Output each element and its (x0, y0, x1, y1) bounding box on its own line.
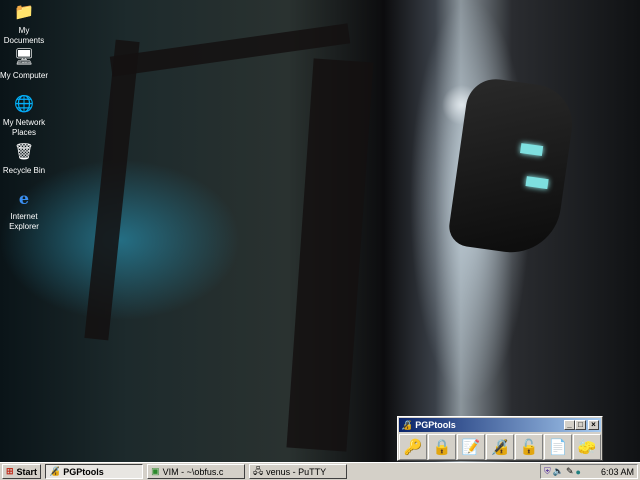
putty-icon: 🖧 (253, 465, 264, 476)
pgpkeys-button[interactable]: 🔑 (399, 434, 427, 460)
encrypt-button[interactable]: 🔒 (428, 434, 456, 460)
window-title: PGPtools (415, 420, 456, 430)
wallpaper-ship (446, 75, 578, 259)
desktop-icon-internet-explorer[interactable]: e Internet Explorer (0, 188, 48, 232)
sign-document-icon: 📝 (461, 439, 481, 456)
decrypt-verify-button[interactable]: 🔓 (515, 434, 543, 460)
volume-icon[interactable]: 🔈 (553, 466, 564, 477)
wallpaper-beam (286, 58, 374, 452)
clock[interactable]: 6:03 AM (601, 467, 634, 477)
vim-icon: ▣ (151, 466, 160, 476)
folder-icon: 📁 (14, 4, 34, 21)
computer-icon: 🖥 (13, 49, 35, 66)
desktop-wallpaper: 📁 My Documents 🖥 My Computer 🌐 My Network P… (0, 0, 640, 462)
desktop-icon-my-network-places[interactable]: 🌐 My Network Places (0, 94, 48, 138)
desktop-icon-recycle-bin[interactable]: 🗑 Recycle Bin (0, 142, 48, 176)
close-button[interactable]: × (588, 420, 599, 430)
wallpaper-beam (84, 39, 140, 341)
lock-envelope-icon: 🔒 (432, 439, 452, 456)
encrypt-sign-icon: 🔏 (490, 439, 510, 456)
taskbar-item-pgptools[interactable]: 🔏 PGPtools (45, 464, 144, 479)
recycle-bin-icon: 🗑 (13, 144, 35, 161)
unlock-icon: 🔓 (519, 439, 539, 456)
encrypt-sign-button[interactable]: 🔏 (486, 434, 514, 460)
windows-logo-icon: ⊞ (6, 466, 14, 476)
network-tray-icon[interactable]: ● (576, 467, 581, 477)
pgptools-window: 🔏 PGPtools _ □ × 🔑 🔒 📝 🔏 🔓 📄 🧽 (397, 416, 603, 461)
freespace-wipe-button[interactable]: 🧽 (573, 434, 601, 460)
system-tray: ⛨ 🔈 ✎ ● 6:03 AM (540, 464, 638, 479)
network-icon: 🌐 (14, 96, 34, 113)
start-button[interactable]: ⊞ Start (2, 464, 42, 479)
taskbar: ⊞ Start 🔏 PGPtools ▣ VIM - ~\obfus.c 🖧 venus… (0, 462, 640, 480)
taskbar-item-vim[interactable]: ▣ VIM - ~\obfus.c (147, 464, 246, 479)
pgp-app-icon: 🔏 (49, 466, 61, 476)
eraser-icon: 📄 (548, 439, 568, 456)
pgp-app-icon: 🔏 (401, 419, 413, 430)
pgp-tray-icon[interactable]: ✎ (566, 466, 574, 477)
taskbar-item-putty[interactable]: 🖧 venus - PuTTY (249, 464, 348, 479)
desktop-icon-my-computer[interactable]: 🖥 My Computer (0, 47, 48, 81)
title-bar[interactable]: 🔏 PGPtools _ □ × (399, 418, 601, 432)
desktop-icon-my-documents[interactable]: 📁 My Documents (0, 2, 48, 46)
maximize-button[interactable]: □ (575, 420, 586, 430)
shield-icon[interactable]: ⛨ (544, 466, 551, 477)
minimize-button[interactable]: _ (564, 420, 575, 430)
sign-button[interactable]: 📝 (457, 434, 485, 460)
wipe-button[interactable]: 📄 (544, 434, 572, 460)
key-icon: 🔑 (403, 439, 423, 456)
disk-eraser-icon: 🧽 (577, 439, 597, 456)
ie-icon: e (18, 189, 30, 208)
